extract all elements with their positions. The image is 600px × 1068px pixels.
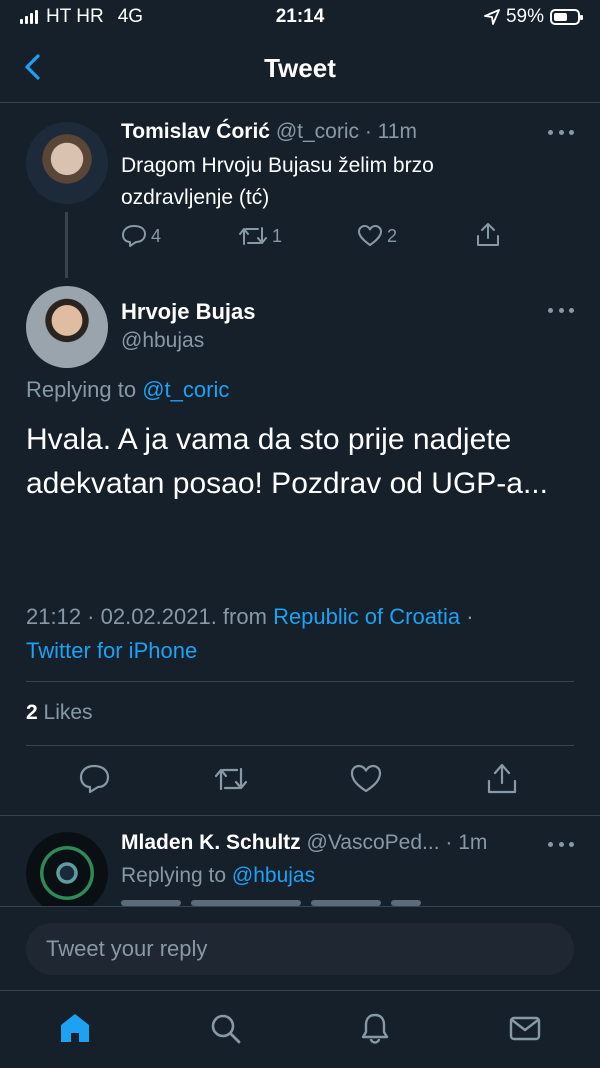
reply-composer-bar: Tweet your reply	[0, 906, 600, 991]
retweet-icon	[239, 227, 267, 245]
search-icon[interactable]	[208, 1011, 242, 1045]
heart-icon[interactable]	[349, 762, 383, 796]
likes-label: Likes	[43, 701, 93, 724]
replying-to-line: Replying to @hbujas	[121, 864, 315, 888]
tweet-parent-header: Tomislav Ćorić @t_coric · 11m	[121, 120, 417, 144]
status-bar: HT HR 4G 21:14 59%	[0, 0, 600, 34]
meta-separator: ·	[466, 604, 474, 629]
reply-count: 4	[151, 225, 162, 246]
location-icon	[484, 9, 500, 25]
share-action[interactable]	[475, 222, 501, 248]
avatar-hrvoje[interactable]	[26, 286, 108, 368]
share-icon[interactable]	[485, 762, 519, 796]
tweet-timestamp: 21:12 · 02.02.2021. from	[26, 604, 267, 629]
retweet-icon[interactable]	[214, 762, 248, 796]
tweet-time: · 1m	[445, 831, 488, 854]
avatar-tomislav[interactable]	[26, 122, 108, 204]
page-title: Tweet	[264, 53, 336, 83]
replying-to-line: Replying to @t_coric	[26, 377, 229, 403]
tab-bar	[0, 990, 600, 1068]
author-handle[interactable]: @hbujas	[121, 329, 204, 353]
tweet-reply-header: Mladen K. Schultz @VascoPed... · 1m	[121, 831, 487, 855]
likes-summary[interactable]: 2 Likes	[26, 701, 93, 725]
heart-icon	[358, 225, 382, 246]
like-action[interactable]: 2	[357, 224, 397, 248]
location-link[interactable]: Republic of Croatia	[273, 604, 460, 629]
battery-icon	[550, 9, 583, 25]
source-link[interactable]: Twitter for iPhone	[26, 638, 197, 663]
reply-icon	[122, 225, 146, 247]
retweet-action[interactable]: 1	[238, 224, 282, 248]
replying-to-prefix: Replying to	[26, 377, 137, 402]
more-options-icon[interactable]	[548, 130, 574, 138]
navigation-header: Tweet	[0, 34, 600, 103]
tweet-time: · 11m	[364, 120, 417, 143]
home-icon[interactable]	[58, 1011, 92, 1045]
replying-to-link[interactable]: @hbujas	[232, 864, 315, 887]
tweet-main-text: Hvala. A ja vama da sto prije nadjete ad…	[26, 423, 548, 500]
divider	[26, 745, 574, 746]
messages-icon[interactable]	[508, 1011, 542, 1045]
status-right: 59%	[484, 6, 583, 28]
notifications-icon[interactable]	[358, 1011, 392, 1045]
reply-action[interactable]: 4	[121, 224, 161, 248]
replying-to-link[interactable]: @t_coric	[142, 377, 229, 402]
likes-count: 2	[26, 701, 38, 724]
divider	[0, 815, 600, 816]
battery-percent: 59%	[505, 6, 544, 27]
reply-input[interactable]: Tweet your reply	[26, 923, 574, 975]
more-options-icon[interactable]	[548, 842, 574, 850]
share-icon	[477, 223, 499, 246]
tweet-parent-text: Dragom Hrvoju Bujasu želim brzo ozdravlj…	[121, 154, 434, 209]
author-handle[interactable]: @t_coric	[276, 120, 359, 143]
more-options-icon[interactable]	[548, 308, 574, 316]
author-name[interactable]: Tomislav Ćorić	[121, 120, 270, 143]
author-name[interactable]: Hrvoje Bujas	[121, 299, 256, 325]
author-name[interactable]: Mladen K. Schultz	[121, 831, 301, 854]
like-count: 2	[387, 225, 398, 246]
thread-connector	[65, 212, 68, 278]
author-handle[interactable]: @VascoPed...	[307, 831, 440, 854]
avatar-mladen[interactable]	[26, 832, 108, 914]
replying-to-prefix: Replying to	[121, 864, 227, 887]
divider	[26, 681, 574, 682]
retweet-count: 1	[272, 225, 283, 246]
tweet-meta: 21:12 · 02.02.2021. from Republic of Cro…	[26, 600, 576, 668]
reply-icon[interactable]	[77, 762, 111, 796]
